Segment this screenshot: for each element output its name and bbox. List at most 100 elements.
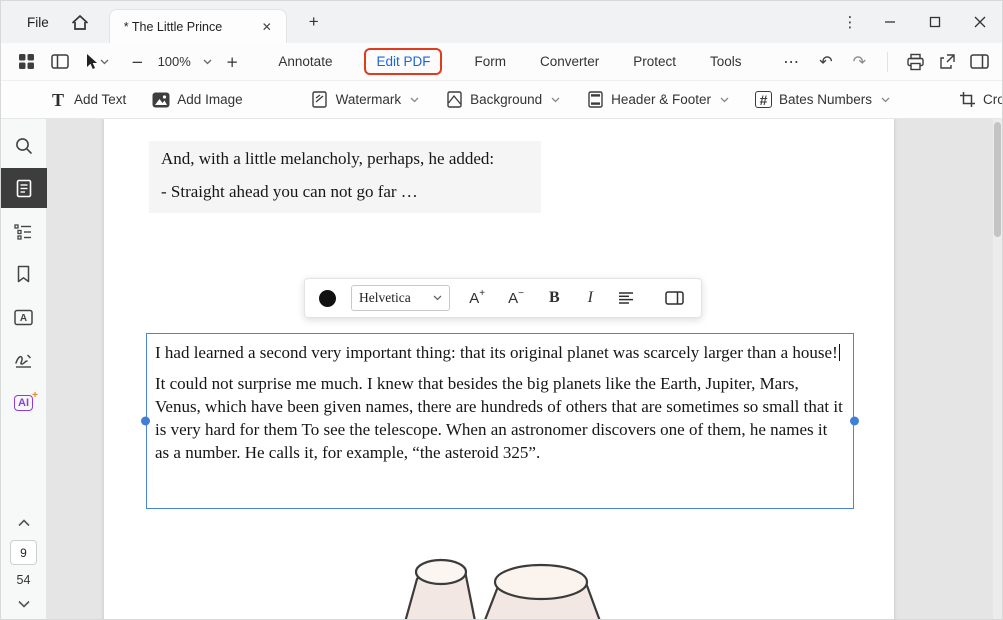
share-button[interactable] bbox=[934, 48, 960, 76]
select-tool-button[interactable] bbox=[83, 48, 109, 76]
bates-numbers-label: Bates Numbers bbox=[779, 92, 872, 107]
cursor-icon bbox=[84, 53, 98, 70]
more-menus-button[interactable]: ⋯ bbox=[776, 48, 806, 76]
zoom-in-button[interactable]: + bbox=[222, 53, 243, 71]
vertical-scrollbar[interactable] bbox=[993, 119, 1002, 620]
properties-panel-button[interactable] bbox=[662, 289, 687, 307]
menu-edit-pdf[interactable]: Edit PDF bbox=[364, 48, 442, 75]
search-icon bbox=[14, 136, 33, 155]
undo-button[interactable]: ↶ bbox=[812, 48, 839, 76]
menu-form[interactable]: Form bbox=[472, 48, 508, 75]
minimize-button[interactable] bbox=[867, 1, 912, 43]
chevron-down-icon bbox=[410, 97, 419, 103]
add-text-label: Add Text bbox=[74, 92, 126, 107]
overflow-menu-icon[interactable]: ⋮ bbox=[833, 13, 867, 31]
titlebar: File * The Little Prince ✕ + ⋮ bbox=[1, 1, 1002, 43]
font-color-swatch[interactable] bbox=[319, 290, 336, 307]
new-tab-button[interactable]: + bbox=[301, 10, 327, 34]
page-text-line: And, with a little melancholy, perhaps, … bbox=[161, 148, 531, 170]
app-window: File * The Little Prince ✕ + ⋮ bbox=[0, 0, 1003, 620]
home-button[interactable] bbox=[65, 8, 95, 36]
crop-button[interactable]: Crop bbox=[958, 91, 1003, 109]
watermark-label: Watermark bbox=[336, 92, 402, 107]
watermark-button[interactable]: Watermark bbox=[311, 91, 420, 109]
next-page-button[interactable] bbox=[18, 595, 30, 613]
thumbnails-panel-button[interactable] bbox=[1, 168, 47, 208]
current-page-input[interactable]: 9 bbox=[10, 540, 37, 565]
font-family-select[interactable]: Helvetica bbox=[351, 285, 450, 311]
divider bbox=[887, 52, 888, 72]
menu-annotate[interactable]: Annotate bbox=[276, 48, 334, 75]
page-thumbnails-icon bbox=[16, 179, 32, 198]
chevron-down-icon bbox=[881, 97, 890, 103]
ai-panel-button[interactable]: AI + bbox=[1, 383, 47, 423]
bates-numbers-button[interactable]: # Bates Numbers bbox=[755, 91, 890, 108]
textbox-paragraph: I had learned a second very important th… bbox=[155, 341, 845, 364]
tab-close-icon[interactable]: ✕ bbox=[256, 17, 278, 37]
file-menu[interactable]: File bbox=[17, 9, 59, 36]
italic-button[interactable]: I bbox=[581, 287, 600, 309]
print-button[interactable] bbox=[902, 48, 928, 76]
zoom-chevron-icon[interactable] bbox=[203, 59, 212, 65]
annotations-panel-button[interactable]: A bbox=[1, 297, 47, 337]
menu-tools[interactable]: Tools bbox=[708, 48, 744, 75]
redo-button[interactable]: ↷ bbox=[846, 48, 873, 76]
alignment-button[interactable] bbox=[615, 289, 637, 307]
telescope-illustration bbox=[379, 541, 623, 620]
panel-icon bbox=[665, 291, 684, 305]
font-family-value: Helvetica bbox=[359, 290, 425, 306]
pdf-page[interactable]: And, with a little melancholy, perhaps, … bbox=[104, 119, 894, 620]
app-grid-button[interactable] bbox=[13, 48, 39, 76]
menu-protect[interactable]: Protect bbox=[631, 48, 678, 75]
home-icon bbox=[71, 14, 89, 31]
zoom-out-button[interactable]: − bbox=[127, 53, 148, 71]
page-text-block[interactable]: And, with a little melancholy, perhaps, … bbox=[149, 141, 541, 213]
main-toolbar: − 100% + Annotate Edit PDF Form Converte… bbox=[1, 43, 1002, 81]
close-icon bbox=[974, 16, 986, 28]
layout-button[interactable] bbox=[966, 48, 992, 76]
maximize-icon bbox=[929, 16, 941, 28]
scrollbar-thumb[interactable] bbox=[994, 122, 1001, 237]
toolbar-right-group: ⋯ ↶ ↷ bbox=[776, 48, 992, 76]
search-button[interactable] bbox=[1, 125, 47, 165]
text-cursor bbox=[839, 344, 841, 361]
close-button[interactable] bbox=[957, 1, 1002, 43]
tab-title: * The Little Prince bbox=[124, 20, 256, 34]
add-text-button[interactable]: T Add Text bbox=[49, 91, 126, 109]
header-footer-label: Header & Footer bbox=[611, 92, 711, 107]
crop-label: Crop bbox=[983, 92, 1003, 107]
chevron-up-icon bbox=[18, 519, 30, 527]
document-viewport[interactable]: And, with a little melancholy, perhaps, … bbox=[47, 119, 1002, 620]
outline-panel-button[interactable] bbox=[1, 211, 47, 251]
header-footer-icon bbox=[586, 91, 604, 109]
outline-icon bbox=[14, 223, 33, 240]
background-button[interactable]: Background bbox=[445, 91, 560, 109]
page-navigator: 9 54 bbox=[10, 514, 37, 620]
panel-toggle-button[interactable] bbox=[47, 48, 73, 76]
signature-panel-button[interactable] bbox=[1, 340, 47, 380]
resize-handle-left[interactable] bbox=[141, 417, 150, 426]
font-decrease-button[interactable]: A− bbox=[504, 288, 528, 309]
minimize-icon bbox=[884, 16, 896, 28]
add-image-button[interactable]: Add Image bbox=[152, 91, 242, 109]
share-icon bbox=[938, 53, 956, 71]
font-increase-button[interactable]: A+ bbox=[465, 288, 489, 309]
bold-button[interactable]: B bbox=[543, 287, 566, 309]
background-icon bbox=[445, 91, 463, 109]
total-pages-label: 54 bbox=[17, 573, 31, 587]
previous-page-button[interactable] bbox=[18, 514, 30, 532]
header-footer-button[interactable]: Header & Footer bbox=[586, 91, 729, 109]
resize-handle-right[interactable] bbox=[850, 417, 859, 426]
ai-icon: AI + bbox=[14, 395, 33, 411]
textbox-paragraph: It could not surprise me much. I knew th… bbox=[155, 372, 845, 464]
bookmarks-panel-button[interactable] bbox=[1, 254, 47, 294]
selected-textbox[interactable]: I had learned a second very important th… bbox=[146, 333, 854, 509]
ribbon-menus: Annotate Edit PDF Form Converter Protect… bbox=[276, 48, 743, 75]
menu-converter[interactable]: Converter bbox=[538, 48, 601, 75]
zoom-level[interactable]: 100% bbox=[158, 54, 191, 69]
page-text-line: - Straight ahead you can not go far … bbox=[161, 181, 531, 203]
watermark-icon bbox=[311, 91, 329, 109]
maximize-button[interactable] bbox=[912, 1, 957, 43]
edit-toolbar: T Add Text Add Image Watermark Backgroun… bbox=[1, 81, 1002, 119]
document-tab[interactable]: * The Little Prince ✕ bbox=[109, 9, 287, 43]
